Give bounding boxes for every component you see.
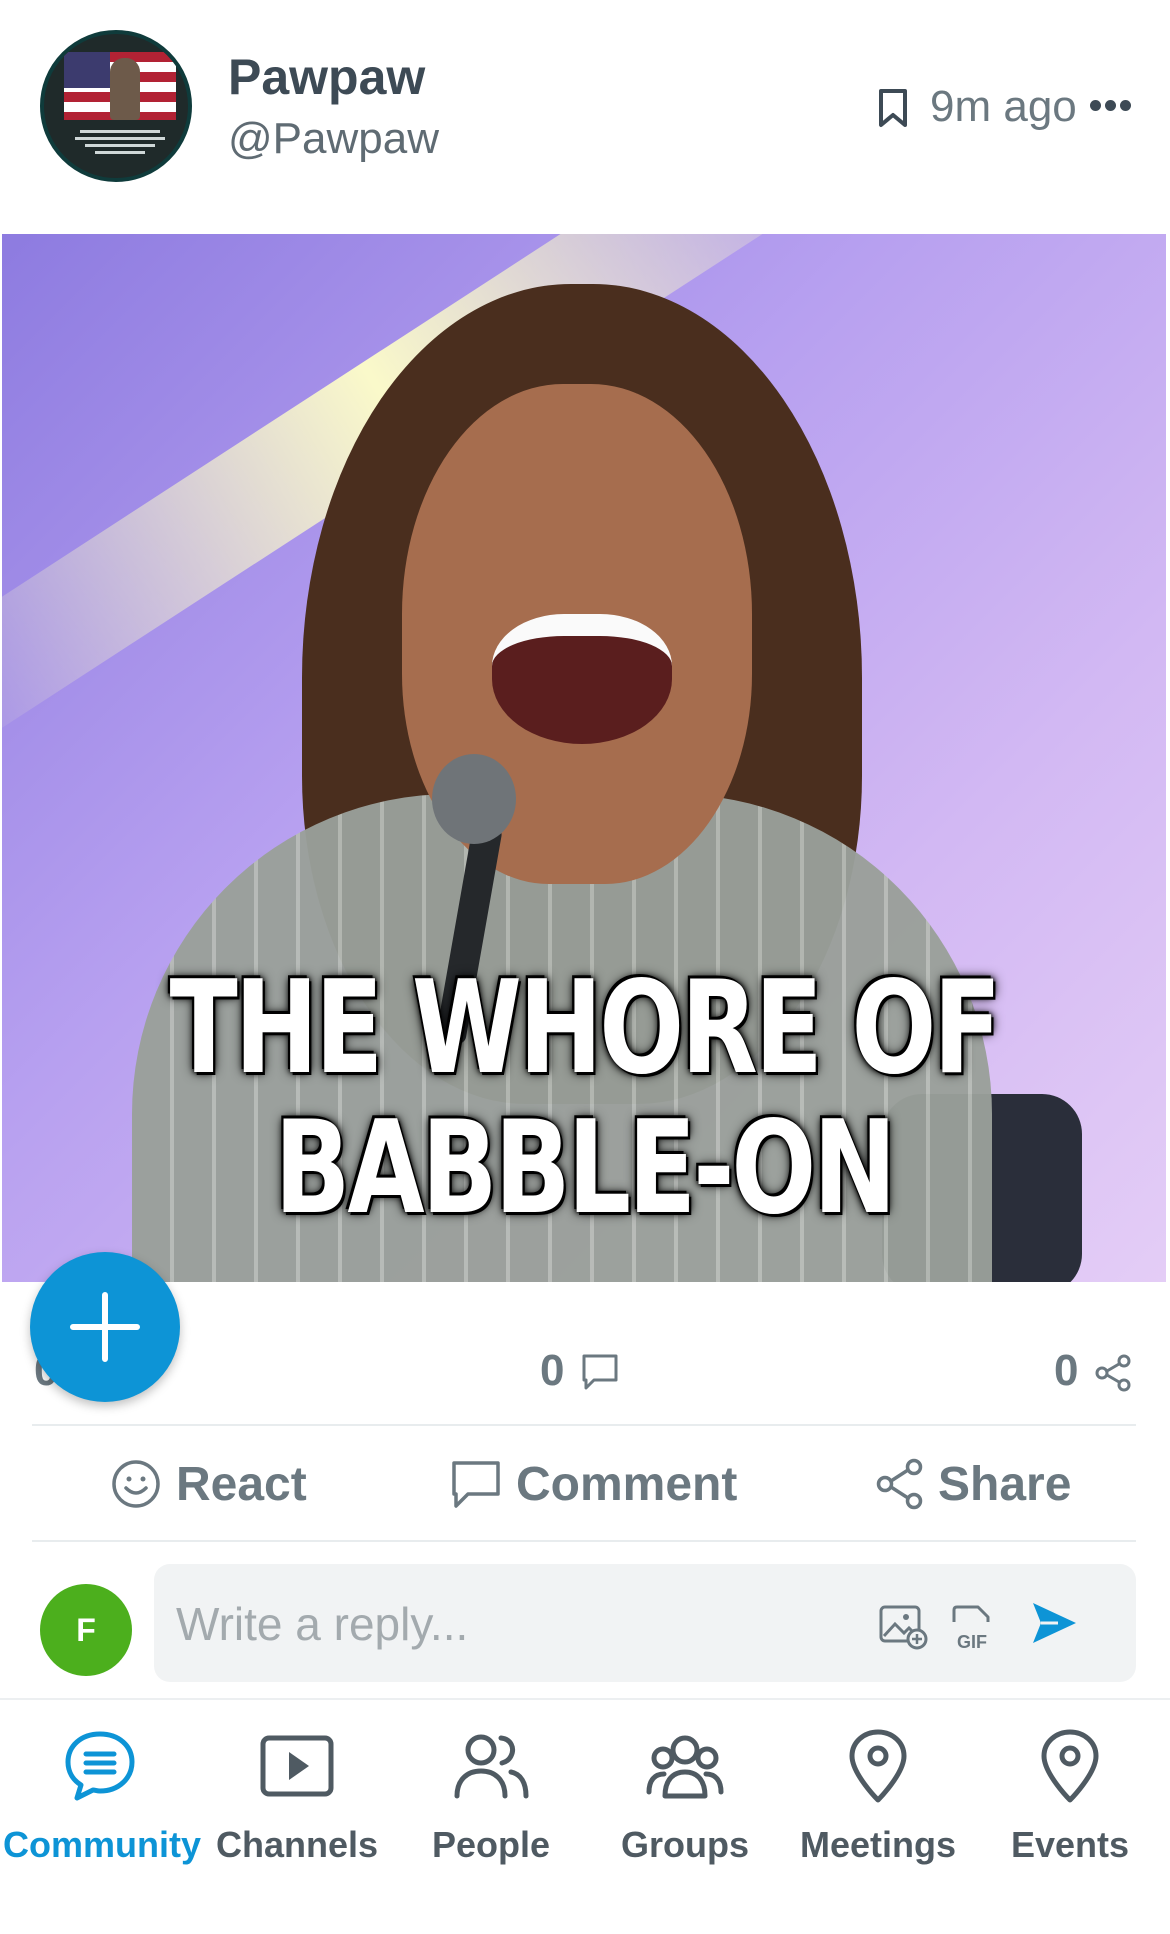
share-label: Share bbox=[938, 1457, 1072, 1511]
nav-label: Groups bbox=[620, 1824, 749, 1865]
react-label: React bbox=[176, 1457, 307, 1511]
nav-channels[interactable]: Channels bbox=[200, 1726, 394, 1866]
divider bbox=[32, 1540, 1136, 1542]
nav-label: People bbox=[431, 1824, 551, 1865]
nav-label: Channels bbox=[215, 1824, 379, 1865]
gif-icon[interactable]: GIF bbox=[950, 1604, 994, 1652]
post-timestamp: 9m ago bbox=[930, 82, 1077, 131]
comment-label: Comment bbox=[516, 1457, 738, 1511]
plus-icon bbox=[70, 1292, 140, 1362]
image-caption-line-2: BABBLE-ON bbox=[274, 1094, 896, 1243]
nav-meetings[interactable]: Meetings bbox=[781, 1726, 975, 1866]
share-icon bbox=[876, 1458, 923, 1510]
nav-label: Meetings bbox=[799, 1824, 957, 1865]
send-icon[interactable] bbox=[1030, 1600, 1078, 1646]
post-header: Pawpaw @Pawpaw 9m ago bbox=[0, 0, 1170, 234]
react-button[interactable]: React bbox=[110, 1454, 307, 1514]
author-avatar[interactable] bbox=[40, 30, 192, 182]
user-avatar[interactable]: F bbox=[40, 1584, 132, 1676]
author-handle[interactable]: @Pawpaw bbox=[228, 114, 439, 164]
share-button[interactable]: Share bbox=[876, 1454, 1071, 1514]
author-name[interactable]: Pawpaw bbox=[228, 48, 425, 106]
image-caption-line-1: THE WHORE OF bbox=[169, 954, 1002, 1103]
nav-groups[interactable]: Groups bbox=[588, 1726, 782, 1866]
chat-icon bbox=[65, 1731, 135, 1801]
comment-count: 0 bbox=[540, 1346, 565, 1395]
microphone-graphic bbox=[432, 754, 516, 844]
comment-count-icon bbox=[582, 1354, 618, 1390]
gif-label: GIF bbox=[957, 1632, 987, 1652]
avatar-caption-graphic bbox=[70, 126, 170, 158]
nav-community[interactable]: Community bbox=[3, 1726, 201, 1866]
more-options-icon[interactable] bbox=[1090, 96, 1134, 116]
divider bbox=[32, 1424, 1136, 1426]
people-icon bbox=[454, 1734, 529, 1799]
smiley-icon bbox=[112, 1460, 160, 1508]
nav-people[interactable]: People bbox=[394, 1726, 588, 1866]
post-image[interactable]: THE WHORE OF BABBLE-ON bbox=[2, 234, 1166, 1282]
share-count: 0 bbox=[1054, 1346, 1079, 1395]
play-icon bbox=[260, 1735, 334, 1797]
groups-icon bbox=[646, 1735, 724, 1799]
reply-composer: GIF bbox=[154, 1564, 1136, 1682]
nav-events[interactable]: Events bbox=[973, 1726, 1167, 1866]
image-attach-icon[interactable] bbox=[878, 1604, 928, 1650]
map-pin-icon bbox=[1041, 1729, 1099, 1803]
bottom-navigation: Community Channels People Groups Meeting… bbox=[0, 1698, 1170, 1934]
comment-icon bbox=[452, 1461, 500, 1508]
create-post-button[interactable] bbox=[30, 1252, 180, 1402]
bookmark-icon[interactable] bbox=[876, 88, 910, 128]
avatar-flag-graphic bbox=[64, 52, 176, 120]
comment-button[interactable]: Comment bbox=[450, 1454, 737, 1514]
nav-label: Events bbox=[1010, 1824, 1130, 1865]
reply-input[interactable] bbox=[174, 1590, 858, 1658]
map-pin-icon bbox=[849, 1729, 907, 1803]
share-count-icon bbox=[1095, 1354, 1131, 1392]
nav-label: Community bbox=[3, 1824, 201, 1865]
